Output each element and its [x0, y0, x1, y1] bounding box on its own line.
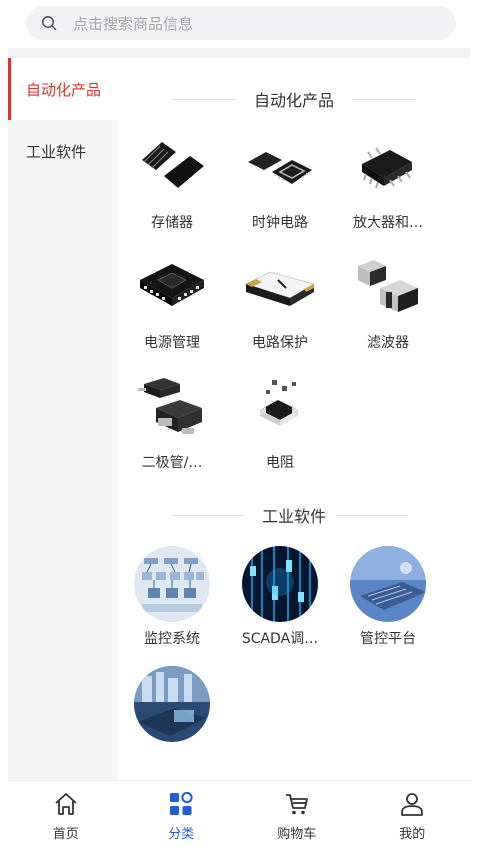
software-item-factory[interactable]: [118, 666, 226, 780]
power-management-chip-image: [134, 250, 210, 326]
factory-software-image: [134, 666, 210, 742]
memory-chip-image: [134, 130, 210, 206]
monitoring-diagram-image: [134, 546, 210, 622]
product-label: 二极管/…: [141, 455, 203, 471]
product-item-circuit-protection[interactable]: 电路保护: [226, 250, 334, 370]
bottom-tab-bar: 首页 分类 购物车 我的: [8, 780, 470, 850]
tab-label: 分类: [168, 827, 195, 842]
product-label: 电阻: [266, 455, 294, 471]
software-item-monitoring[interactable]: 监控系统: [118, 546, 226, 666]
product-item-clock-circuit[interactable]: 时钟电路: [226, 130, 334, 250]
sidebar-item-label: 工业软件: [26, 142, 87, 161]
resistor-image: [242, 370, 318, 446]
frame-left: [0, 0, 8, 850]
sidebar-item-label: 自动化产品: [26, 80, 102, 99]
section-title-automation: 自动化产品: [118, 82, 470, 116]
product-label: 滤波器: [367, 335, 409, 351]
tab-category[interactable]: 分类: [124, 781, 240, 850]
frame-right: [470, 0, 478, 850]
cart-icon: [285, 794, 308, 815]
automation-product-grid: 存储器 时钟电路 放大器和… 电源管理 电路保护 滤波器 二极管/… 电阻: [118, 130, 470, 490]
tab-label: 我的: [399, 827, 426, 842]
product-item-memory[interactable]: 存储器: [118, 130, 226, 250]
search-placeholder: 点击搜索商品信息: [73, 14, 194, 33]
diode-image: [134, 370, 210, 446]
software-label: 管控平台: [360, 631, 416, 647]
amplifier-chip-image: [350, 130, 426, 206]
tab-cart[interactable]: 购物车: [239, 781, 355, 850]
product-label: 存储器: [151, 215, 193, 231]
product-item-diode[interactable]: 二极管/…: [118, 370, 226, 490]
sidebar-item-industrial-software[interactable]: 工业软件: [8, 120, 118, 182]
category-sidebar: 自动化产品 工业软件: [8, 58, 118, 780]
tab-label: 购物车: [277, 827, 317, 842]
clock-circuit-chip-image: [242, 130, 318, 206]
search-bar: 点击搜索商品信息: [8, 0, 470, 48]
software-label: SCADA调…: [241, 631, 319, 647]
software-grid: 监控系统 SCADA调… 管控平台: [118, 546, 470, 780]
search-input[interactable]: 点击搜索商品信息: [26, 6, 456, 40]
product-label: 电源管理: [144, 335, 200, 351]
sidebar-item-automation[interactable]: 自动化产品: [8, 58, 118, 120]
product-label: 时钟电路: [252, 215, 308, 231]
section-title-industrial-software: 工业软件: [118, 498, 470, 532]
tab-label: 首页: [52, 827, 79, 842]
control-platform-image: [350, 546, 426, 622]
user-icon: [401, 793, 424, 816]
filter-component-image: [350, 250, 426, 326]
software-item-scada[interactable]: SCADA调…: [226, 546, 334, 666]
product-item-resistor[interactable]: 电阻: [226, 370, 334, 490]
category-icon: [170, 791, 193, 815]
software-item-control-platform[interactable]: 管控平台: [334, 546, 442, 666]
tab-profile[interactable]: 我的: [355, 781, 471, 850]
circuit-protection-image: [242, 250, 318, 326]
product-label: 放大器和…: [353, 215, 423, 231]
divider-band: [8, 48, 470, 58]
category-content: 自动化产品 存储器 时钟电路 放大器和… 电源管理 电路保护 滤波器 二极管/……: [118, 58, 470, 780]
scada-data-image: [242, 546, 318, 622]
home-icon: [55, 793, 77, 815]
product-item-amplifier[interactable]: 放大器和…: [334, 130, 442, 250]
software-label: 监控系统: [144, 631, 200, 647]
product-label: 电路保护: [252, 335, 308, 351]
tab-home[interactable]: 首页: [8, 781, 124, 850]
product-item-filter[interactable]: 滤波器: [334, 250, 442, 370]
search-icon: [42, 16, 57, 31]
product-item-power-management[interactable]: 电源管理: [118, 250, 226, 370]
